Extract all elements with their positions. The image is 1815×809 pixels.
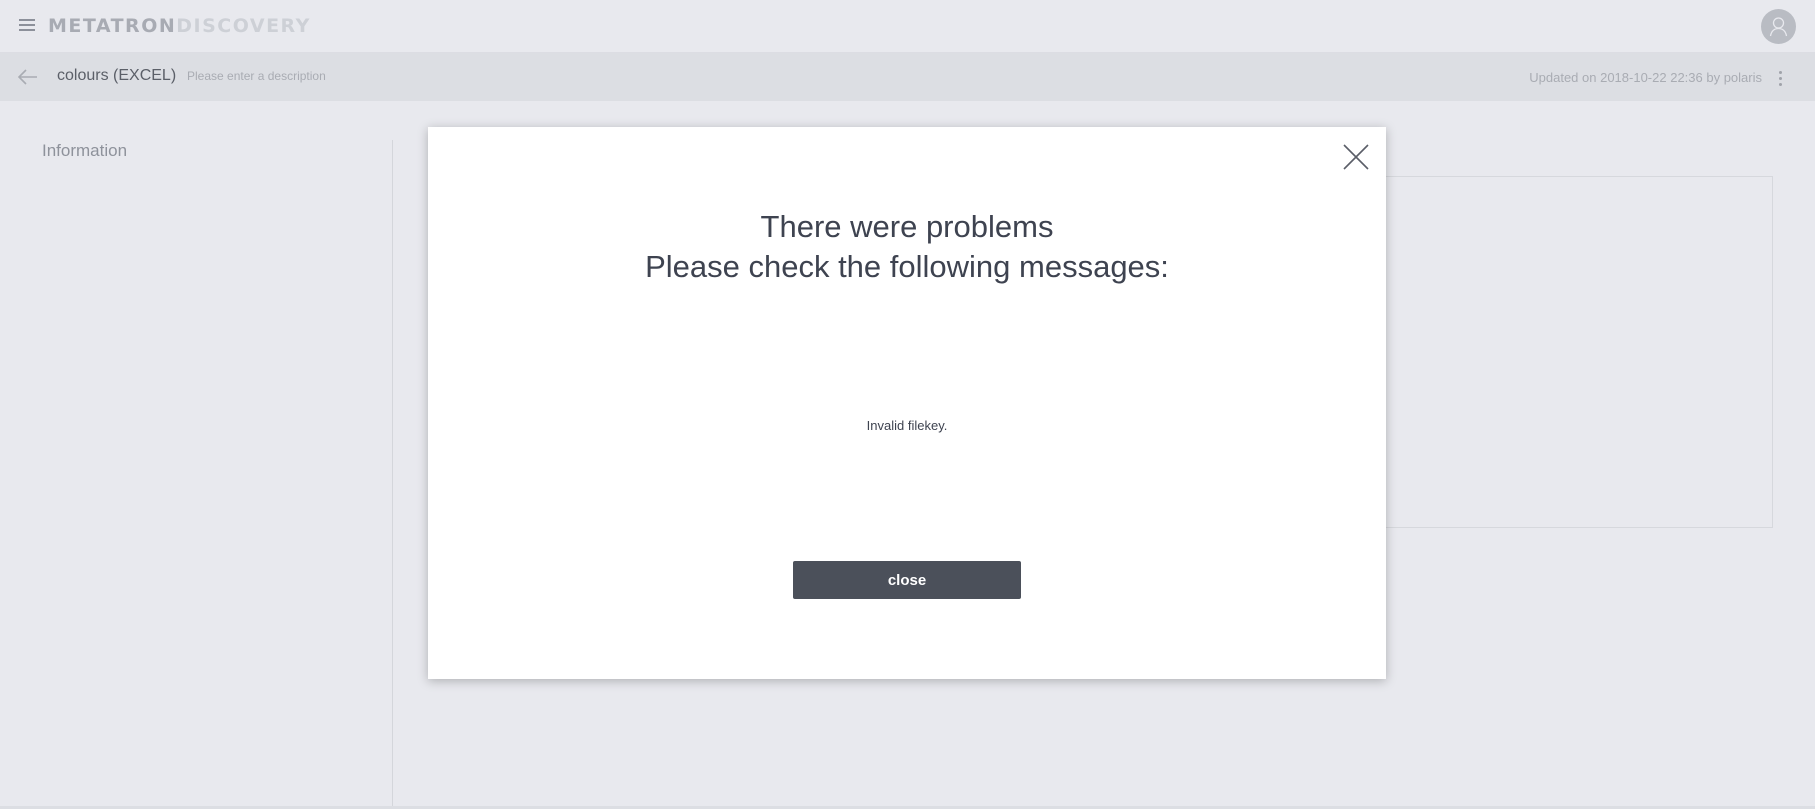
top-navigation-bar: METATRONDISCOVERY — [0, 0, 1815, 53]
modal-title-line1: There were problems — [760, 209, 1054, 244]
hamburger-menu-icon[interactable] — [18, 17, 38, 35]
updated-info: Updated on 2018-10-22 22:36 by polaris — [1529, 70, 1762, 85]
error-modal: There were problems Please check the fol… — [428, 127, 1386, 679]
arrow-left-icon[interactable] — [17, 67, 39, 87]
modal-title-line2: Please check the following messages: — [645, 249, 1169, 284]
app-logo[interactable]: METATRONDISCOVERY — [48, 15, 311, 37]
user-avatar-icon[interactable] — [1761, 9, 1796, 44]
modal-title: There were problems Please check the fol… — [428, 207, 1386, 287]
close-button[interactable]: close — [793, 561, 1021, 599]
vertical-dots-icon[interactable] — [1778, 68, 1784, 88]
error-message: Invalid filekey. — [866, 418, 948, 433]
dataset-header: colours (EXCEL) Please enter a descripti… — [0, 53, 1815, 101]
dataset-title[interactable]: colours (EXCEL) — [57, 67, 176, 85]
logo-secondary-text: DISCOVERY — [176, 15, 311, 37]
description-input[interactable]: Please enter a description — [187, 69, 326, 83]
vertical-divider — [392, 140, 393, 809]
content-panel — [1380, 176, 1773, 528]
sidebar-section-information[interactable]: Information — [42, 141, 127, 161]
logo-primary-text: METATRON — [48, 15, 177, 37]
close-x-icon[interactable] — [1341, 142, 1371, 172]
